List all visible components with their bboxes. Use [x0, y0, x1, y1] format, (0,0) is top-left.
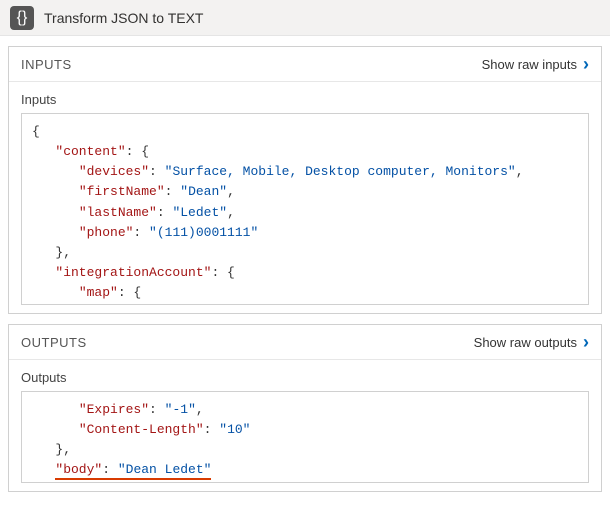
- transform-icon: {}: [10, 6, 34, 30]
- outputs-panel-header: OUTPUTS Show raw outputs ›: [9, 325, 601, 360]
- show-raw-inputs-button[interactable]: Show raw inputs ›: [482, 55, 589, 73]
- outputs-body-value: Dean Ledet: [126, 462, 204, 477]
- inputs-code-box: { "content": { "devices": "Surface, Mobi…: [21, 113, 589, 305]
- inputs-phone-value: (111)0001111: [157, 225, 251, 240]
- outputs-code-box: "Expires": "-1", "Content-Length": "10" …: [21, 391, 589, 483]
- inputs-firstname-value: Dean: [188, 184, 219, 199]
- outputs-expires-value: -1: [172, 402, 188, 417]
- outputs-panel: OUTPUTS Show raw outputs › Outputs "Expi…: [8, 324, 602, 492]
- chevron-right-icon: ›: [583, 55, 589, 73]
- inputs-panel: INPUTS Show raw inputs › Inputs { "conte…: [8, 46, 602, 314]
- inputs-header-label: INPUTS: [21, 57, 482, 72]
- inputs-json-content[interactable]: { "content": { "devices": "Surface, Mobi…: [22, 114, 588, 304]
- show-raw-outputs-label: Show raw outputs: [474, 335, 577, 350]
- outputs-content-length-value: 10: [227, 422, 243, 437]
- transform-icon-glyph: {}: [17, 9, 28, 27]
- inputs-panel-header: INPUTS Show raw inputs ›: [9, 47, 601, 82]
- outputs-panel-body: Outputs "Expires": "-1", "Content-Length…: [9, 360, 601, 491]
- inputs-panel-body: Inputs { "content": { "devices": "Surfac…: [9, 82, 601, 313]
- outputs-header-label: OUTPUTS: [21, 335, 474, 350]
- chevron-right-icon: ›: [583, 333, 589, 351]
- show-raw-inputs-label: Show raw inputs: [482, 57, 577, 72]
- show-raw-outputs-button[interactable]: Show raw outputs ›: [474, 333, 589, 351]
- inputs-lastname-value: Ledet: [180, 205, 219, 220]
- outputs-json-content[interactable]: "Expires": "-1", "Content-Length": "10" …: [22, 392, 588, 482]
- inputs-body-label: Inputs: [21, 92, 589, 107]
- outputs-body-label: Outputs: [21, 370, 589, 385]
- page-title: Transform JSON to TEXT: [44, 10, 203, 26]
- title-bar: {} Transform JSON to TEXT: [0, 0, 610, 36]
- inputs-devices-value: Surface, Mobile, Desktop computer, Monit…: [172, 164, 507, 179]
